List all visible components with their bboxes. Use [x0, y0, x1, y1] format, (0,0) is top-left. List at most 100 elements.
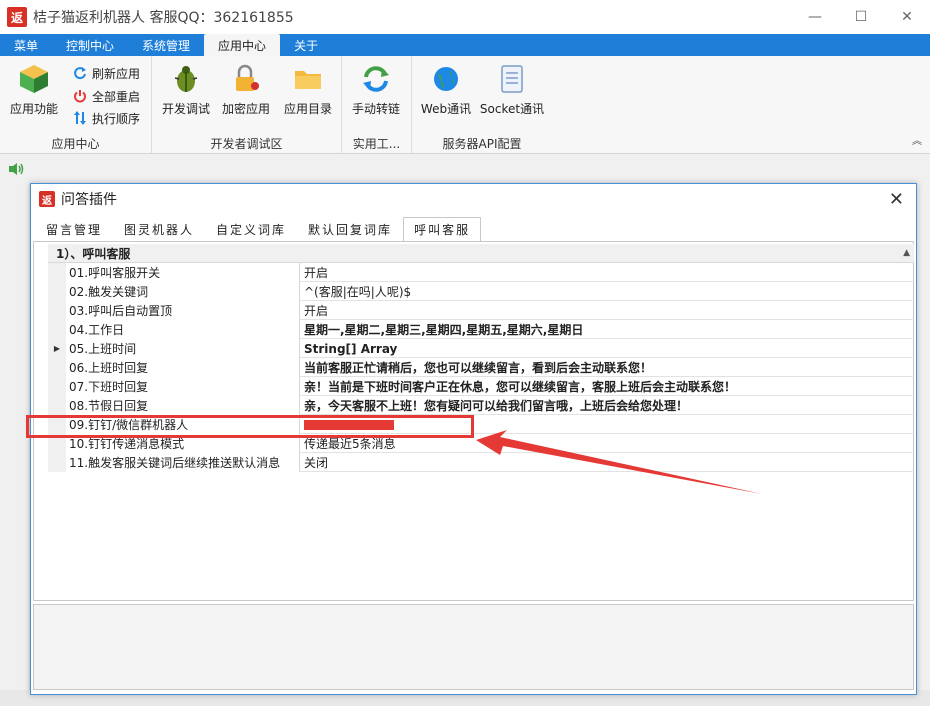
property-name: 11.触发客服关键词后继续推送默认消息 [66, 453, 300, 472]
menu-tab-about[interactable]: 关于 [280, 34, 332, 56]
refresh-icon [72, 65, 88, 81]
web-comm-button[interactable]: Web通讯 [416, 60, 476, 120]
menubar: 菜单 控制中心 系统管理 应用中心 关于 [0, 34, 930, 56]
dialog-titlebar: 返 问答插件 ✕ [31, 184, 916, 214]
window-controls: — ☐ ✕ [792, 0, 930, 34]
folder-icon [291, 62, 325, 96]
table-row[interactable]: 04.工作日 星期一,星期二,星期三,星期四,星期五,星期六,星期日 [48, 320, 914, 339]
speaker-icon[interactable] [8, 162, 24, 176]
property-name: 02.触发关键词 [66, 282, 300, 301]
socket-comm-label: Socket通讯 [479, 102, 545, 116]
window-title: 桔子猫返利机器人 客服QQ：362161855 [33, 10, 294, 26]
tab-custom-lexicon[interactable]: 自定义词库 [205, 217, 297, 241]
ribbon-group-label: 应用中心 [51, 137, 100, 151]
execution-order-label: 执行顺序 [92, 111, 141, 126]
app-logo: 返 [7, 7, 27, 27]
table-row[interactable]: 01.呼叫客服开关 开启 [48, 263, 914, 282]
main-right-scrollbar[interactable] [918, 184, 930, 706]
ribbon: 应用功能 刷新应用 全部重启 执行顺序 应用中心 开发调试 加密应用 应用目录 … [0, 56, 930, 154]
grid-section-header[interactable]: 1）、呼叫客服 [48, 244, 914, 263]
section-collapse-icon[interactable]: ▲ [903, 248, 910, 258]
tab-turing-robot[interactable]: 图灵机器人 [113, 217, 205, 241]
property-value[interactable]: 开启 [300, 301, 914, 320]
app-directory-button[interactable]: 应用目录 [278, 60, 338, 120]
package-box-icon [17, 62, 51, 96]
table-row[interactable]: 08.节假日回复 亲，今天客服不上班！您有疑问可以给我们留言哦，上班后会给您处理… [48, 396, 914, 415]
ribbon-group-label: 实用工... [352, 137, 401, 151]
app-directory-label: 应用目录 [283, 102, 332, 116]
property-value[interactable]: 亲！当前是下班时间客户正在休息，您可以继续留言，客服上班后会主动联系您！ [300, 377, 914, 396]
menu-tab-menu[interactable]: 菜单 [0, 34, 52, 56]
table-row[interactable]: 06.上班时回复 当前客服正忙请稍后，您也可以继续留言，看到后会主动联系您！ [48, 358, 914, 377]
dialog-title: 问答插件 [61, 192, 117, 208]
power-icon [72, 88, 88, 104]
status-line [0, 154, 930, 184]
menu-tab-app-center[interactable]: 应用中心 [204, 34, 281, 56]
property-name: 04.工作日 [66, 320, 300, 339]
refresh-apps-label: 刷新应用 [92, 66, 141, 81]
table-row[interactable]: 07.下班时回复 亲！当前是下班时间客户正在休息，您可以继续留言，客服上班后会主… [48, 377, 914, 396]
main-left-panel [0, 184, 30, 706]
table-row[interactable]: ▶ 05.上班时间 String[] Array [48, 339, 914, 358]
document-icon [495, 62, 529, 96]
expand-triangle-icon[interactable]: ▶ [48, 339, 66, 358]
ribbon-collapse-icon[interactable]: ︽ [912, 132, 922, 147]
app-functions-label: 应用功能 [9, 102, 58, 116]
manual-link-convert-label: 手动转链 [351, 102, 400, 116]
web-comm-label: Web通讯 [420, 102, 472, 116]
refresh-apps-button[interactable]: 刷新应用 [72, 63, 140, 83]
ribbon-group-label: 服务器API配置 [442, 137, 522, 151]
convert-arrows-icon [359, 62, 393, 96]
encrypt-app-label: 加密应用 [221, 102, 270, 116]
property-value[interactable]: String[] Array [300, 339, 914, 358]
table-row[interactable]: 11.触发客服关键词后继续推送默认消息 关闭 [48, 453, 914, 472]
table-row[interactable]: 02.触发关键词 ^(客服|在吗|人呢)$ [48, 282, 914, 301]
tab-call-customer-service[interactable]: 呼叫客服 [403, 217, 482, 241]
sort-arrows-icon [72, 110, 88, 126]
tab-message-management[interactable]: 留言管理 [35, 217, 113, 241]
padlock-key-icon [229, 62, 263, 96]
property-value[interactable]: 当前客服正忙请稍后，您也可以继续留言，看到后会主动联系您！ [300, 358, 914, 377]
globe-icon [429, 62, 463, 96]
dev-debug-label: 开发调试 [161, 102, 210, 116]
socket-comm-button[interactable]: Socket通讯 [479, 60, 545, 120]
dialog-logo: 返 [39, 191, 55, 207]
menu-tab-system[interactable]: 系统管理 [128, 34, 204, 56]
property-name: 03.呼叫后自动置顶 [66, 301, 300, 320]
menu-tab-control-center[interactable]: 控制中心 [52, 34, 128, 56]
execution-order-button[interactable]: 执行顺序 [72, 108, 140, 128]
property-name: 05.上班时间 [66, 339, 300, 358]
ribbon-group-api: Web通讯 Socket通讯 服务器API配置 [412, 56, 552, 154]
qa-plugin-dialog: 返 问答插件 ✕ 留言管理 图灵机器人 自定义词库 默认回复词库 呼叫客服 1）… [30, 183, 917, 695]
property-name: 08.节假日回复 [66, 396, 300, 415]
property-name: 01.呼叫客服开关 [66, 263, 300, 282]
dialog-close-button[interactable]: ✕ [889, 189, 904, 210]
minimize-button[interactable]: — [792, 0, 838, 34]
restart-all-button[interactable]: 全部重启 [72, 86, 140, 106]
main-titlebar: 返 桔子猫返利机器人 客服QQ：362161855 — ☐ ✕ [0, 0, 930, 34]
maximize-button[interactable]: ☐ [838, 0, 884, 34]
property-value[interactable]: 关闭 [300, 453, 914, 472]
property-value[interactable]: 星期一,星期二,星期三,星期四,星期五,星期六,星期日 [300, 320, 914, 339]
dialog-tabs: 留言管理 图灵机器人 自定义词库 默认回复词库 呼叫客服 [35, 217, 482, 241]
property-description-panel [33, 604, 914, 690]
ribbon-group-tools: 手动转链 实用工... [342, 56, 412, 154]
property-name: 06.上班时回复 [66, 358, 300, 377]
bug-icon [169, 62, 203, 96]
encrypt-app-button[interactable]: 加密应用 [216, 60, 276, 120]
manual-link-convert-button[interactable]: 手动转链 [346, 60, 406, 120]
grid-section-title: 1）、呼叫客服 [56, 246, 131, 261]
dev-debug-button[interactable]: 开发调试 [156, 60, 216, 120]
ribbon-group-app-center: 应用功能 刷新应用 全部重启 执行顺序 应用中心 [0, 56, 152, 154]
property-value[interactable]: 亲，今天客服不上班！您有疑问可以给我们留言哦，上班后会给您处理！ [300, 396, 914, 415]
app-functions-button[interactable]: 应用功能 [4, 60, 64, 120]
table-row[interactable]: 03.呼叫后自动置顶 开启 [48, 301, 914, 320]
tab-default-reply-lexicon[interactable]: 默认回复词库 [297, 217, 403, 241]
property-value[interactable]: 开启 [300, 263, 914, 282]
close-button[interactable]: ✕ [884, 0, 930, 34]
property-name: 07.下班时回复 [66, 377, 300, 396]
ribbon-group-dev: 开发调试 加密应用 应用目录 开发者调试区 [152, 56, 342, 154]
highlight-box [26, 415, 474, 438]
restart-all-label: 全部重启 [92, 89, 141, 104]
property-value[interactable]: ^(客服|在吗|人呢)$ [300, 282, 914, 301]
